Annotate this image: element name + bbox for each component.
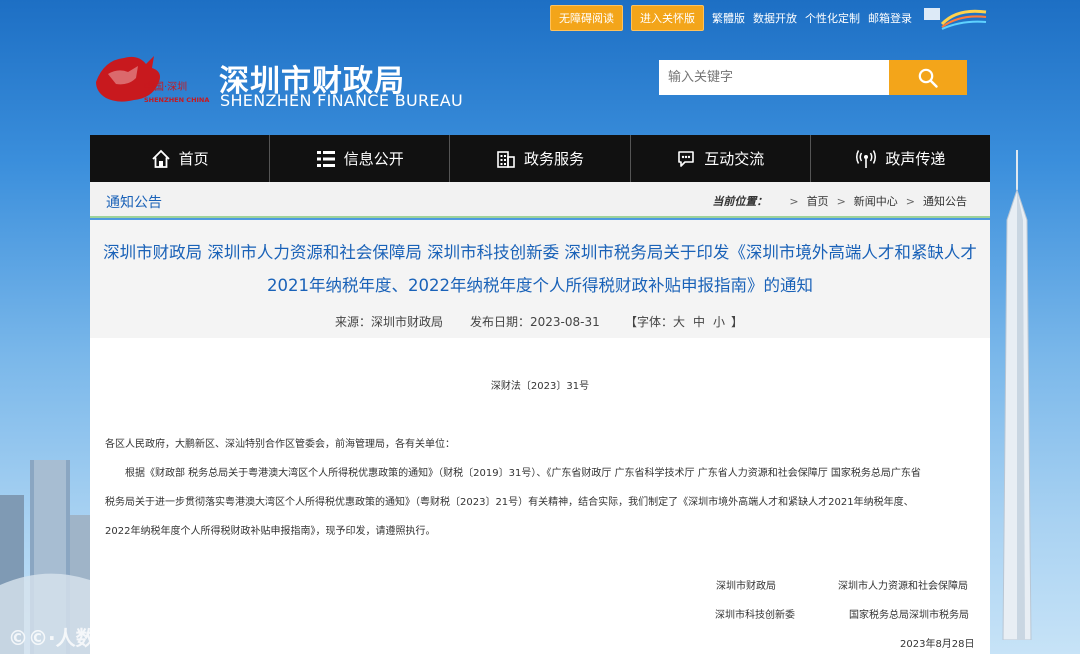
font-size-label: 【字体：	[625, 315, 674, 329]
accessibility-button[interactable]: 无障碍阅读	[550, 5, 623, 31]
breadcrumb-notice-link[interactable]: 通知公告	[923, 193, 967, 209]
shenzhen-bull-logo[interactable]: 中国·深圳 SHENZHEN CHINA	[94, 52, 212, 106]
breadcrumb: 当前位置： > 首页 > 新闻中心 > 通知公告	[712, 193, 967, 209]
article-title-line2: 2021年纳税年度、2022年纳税年度个人所得税财政补贴申报指南》的通知	[267, 276, 813, 295]
font-large-button[interactable]: 大	[673, 313, 685, 330]
document-number: 深财法〔2023〕31号	[490, 381, 590, 392]
home-icon	[151, 149, 170, 168]
nav-info-disclosure[interactable]: 信息公开	[270, 135, 451, 182]
font-medium-button[interactable]: 中	[693, 313, 705, 330]
nav-label: 信息公开	[343, 150, 404, 168]
open-data-link[interactable]: 数据开放	[753, 10, 797, 26]
breadcrumb-home-link[interactable]: 首页	[807, 193, 829, 209]
breadcrumb-separator: >	[905, 194, 915, 208]
article: 深圳市财政局 深圳市人力资源和社会保障局 深圳市科技创新委 深圳市税务局关于印发…	[90, 220, 990, 654]
body-paragraph-line3: 2022年纳税年度个人所得税财政补贴申报指南》，现予印发，请遵照执行。	[105, 526, 436, 537]
care-edition-button[interactable]: 进入关怀版	[631, 5, 704, 31]
list-icon	[316, 150, 335, 167]
breadcrumb-news-link[interactable]: 新闻中心	[854, 193, 898, 209]
traditional-link[interactable]: 繁體版	[712, 10, 745, 26]
logo-text-top: 中国·深圳	[144, 80, 187, 93]
search-button[interactable]	[889, 60, 967, 95]
nav-label: 政务服务	[524, 150, 585, 168]
article-body: 各区人民政府，大鹏新区、深汕特别合作区管委会，前海管理局，各有关单位： 根据《财…	[105, 430, 975, 546]
nav-home[interactable]: 首页	[90, 135, 271, 182]
article-source: 来源：深圳市财政局	[335, 315, 444, 329]
search-box	[659, 60, 967, 95]
nav-label: 政声传递	[885, 150, 946, 168]
signatory-tax-bureau: 国家税务总局深圳市税务局	[849, 610, 969, 621]
breadcrumb-bar: 通知公告 当前位置： > 首页 > 新闻中心 > 通知公告	[90, 182, 990, 218]
article-title: 深圳市财政局 深圳市人力资源和社会保障局 深圳市科技创新委 深圳市税务局关于印发…	[90, 236, 990, 302]
search-input[interactable]	[659, 60, 889, 95]
nav-broadcast[interactable]: 政声传递	[811, 135, 990, 182]
nav-interaction[interactable]: 互动交流	[631, 135, 811, 182]
article-date: 发布日期：2023-08-31	[470, 315, 600, 329]
current-location-label: 当前位置：	[712, 195, 768, 208]
custom-link[interactable]: 个性化定制	[805, 10, 860, 26]
building-icon	[497, 150, 515, 168]
chat-icon	[678, 150, 695, 167]
signature-date: 2023年8月28日	[900, 639, 975, 650]
top-links: 无障碍阅读 进入关怀版 繁體版 数据开放 个性化定制 邮箱登录	[550, 5, 988, 31]
font-small-button[interactable]: 小	[713, 313, 725, 330]
logo-text-bottom: SHENZHEN CHINA	[144, 96, 209, 104]
body-paragraph-line2: 税务局关于进一步贯彻落实粤港澳大湾区个人所得税优惠政策的通知》（粤财税〔2023…	[105, 497, 914, 508]
article-header: 深圳市财政局 深圳市人力资源和社会保障局 深圳市科技创新委 深圳市税务局关于印发…	[90, 220, 990, 338]
breadcrumb-separator: >	[789, 194, 799, 208]
nav-gov-services[interactable]: 政务服务	[450, 135, 631, 182]
main-nav: 首页 信息公开 政务服务 互动交流 政声传递	[90, 135, 990, 182]
site-subtitle: SHENZHEN FINANCE BUREAU	[220, 91, 464, 110]
email-login-link[interactable]: 邮箱登录	[868, 10, 912, 26]
watermark: ©©·人数跨境	[8, 626, 136, 650]
shenzhen-badge-icon[interactable]	[922, 6, 988, 30]
signatory-hr-bureau: 深圳市人力资源和社会保障局	[838, 581, 968, 592]
signatory-tech-commission: 深圳市科技创新委	[715, 610, 795, 621]
article-title-line1: 深圳市财政局 深圳市人力资源和社会保障局 深圳市科技创新委 深圳市税务局关于印发…	[103, 243, 977, 262]
font-size-close: 】	[731, 315, 744, 329]
salutation: 各区人民政府，大鹏新区、深汕特别合作区管委会，前海管理局，各有关单位：	[105, 439, 455, 450]
skyscraper-illustration	[1002, 150, 1032, 640]
signatory-finance-bureau: 深圳市财政局	[716, 581, 776, 592]
section-title: 通知公告	[106, 195, 162, 211]
search-icon	[918, 68, 938, 88]
body-paragraph-line1: 根据《财政部 税务总局关于粤港澳大湾区个人所得税优惠政策的通知》（财税〔2019…	[125, 468, 921, 479]
broadcast-icon	[856, 149, 877, 168]
breadcrumb-separator: >	[836, 194, 846, 208]
nav-label: 首页	[178, 150, 209, 168]
nav-label: 互动交流	[704, 150, 765, 168]
